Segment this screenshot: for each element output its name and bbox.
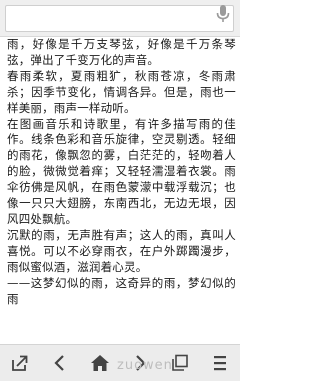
browser-top-bar: [0, 0, 240, 37]
article-paragraph: 雨，好像是千万支琴弦，好像是千万条琴弦，弹出了千变万化的声音。: [7, 37, 236, 67]
back-icon[interactable]: [49, 352, 71, 374]
watermark-text: zuowen: [117, 358, 173, 373]
menu-icon[interactable]: [209, 352, 231, 374]
article-paragraph: 在图画音乐和诗歌里，有许多描写雨的佳作。线条色彩和音乐旋律，空灵剔透。轻细的雨花…: [7, 116, 236, 226]
article-content: 雨，好像是千万支琴弦，好像是千万条琴弦，弹出了千变万化的声音。 春雨柔软，夏雨粗…: [0, 37, 240, 344]
search-input[interactable]: [5, 5, 234, 32]
microphone-icon[interactable]: [216, 5, 230, 23]
browser-bottom-toolbar: zuowen: [0, 344, 240, 381]
article-paragraph: 沉默的雨，无声胜有声；这人的雨，真叫人喜悦。可以不必穿雨衣，在户外踯躅漫步，雨似…: [7, 227, 236, 274]
share-icon[interactable]: [9, 352, 31, 374]
article-paragraph: 春雨柔软，夏雨粗犷，秋雨苍凉，冬雨肃杀；因季节变化，情调各异。但是，雨也一样美丽…: [7, 68, 236, 115]
home-icon[interactable]: [89, 352, 111, 374]
article-paragraph: ——这梦幻似的雨，这奇异的雨，梦幻似的雨: [7, 275, 236, 306]
